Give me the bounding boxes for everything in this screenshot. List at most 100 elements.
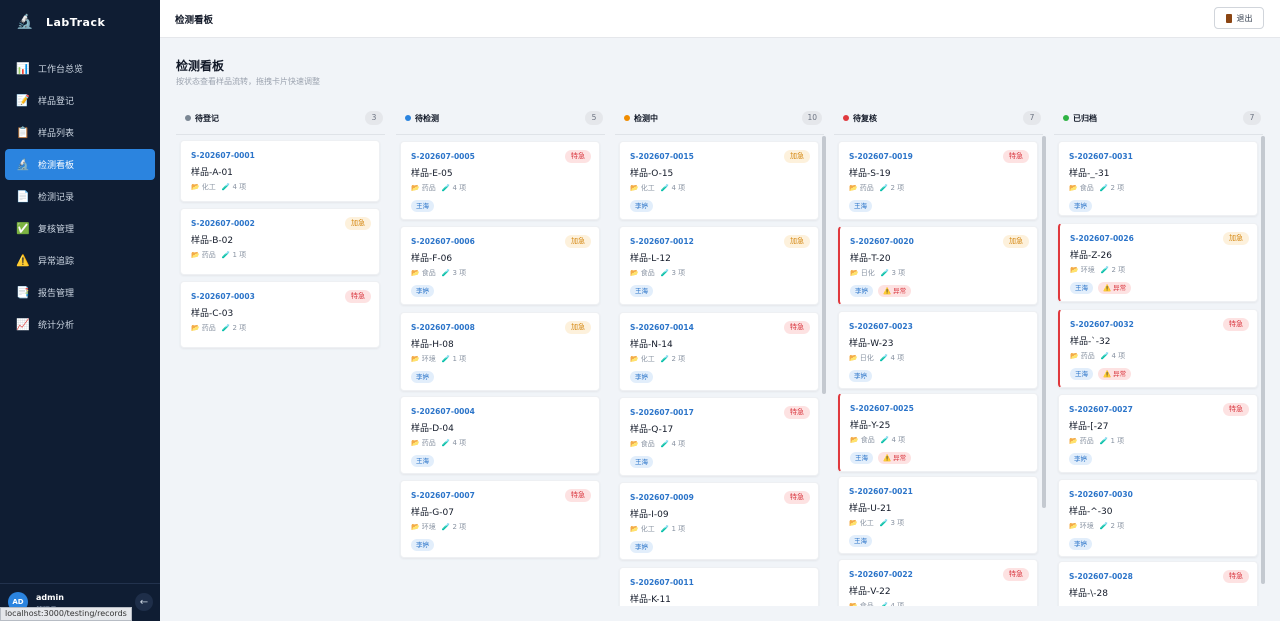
test-item-count: 4 项 <box>671 440 686 448</box>
sample-id-link[interactable]: S-202607-0011 <box>630 578 694 587</box>
sample-card[interactable]: S-202607-0031 样品-_-31 📂 食品 🧪 2 项李婷 <box>1058 141 1258 216</box>
sample-card[interactable]: S-202607-0022 特急 样品-V-22 📂 食品 🧪 4 项 <box>838 559 1038 606</box>
sample-card[interactable]: S-202607-0015 加急 样品-O-15 📂 化工 🧪 4 项李婷 <box>619 141 819 220</box>
sample-card[interactable]: S-202607-0007 特急 样品-G-07 📂 环境 🧪 2 项李婷 <box>400 480 600 558</box>
sample-name: 样品-`-32 <box>1070 337 1111 347</box>
test-item-count: 4 项 <box>1111 352 1126 360</box>
sample-id-link[interactable]: S-202607-0023 <box>849 322 913 331</box>
sample-category: 环境 <box>1079 522 1094 530</box>
sidebar-item-label: 统计分析 <box>38 321 75 331</box>
sample-id-link[interactable]: S-202607-0027 <box>1069 405 1133 414</box>
sample-id-link[interactable]: S-202607-0008 <box>411 323 475 332</box>
sidebar-item-sample-register[interactable]: 📝 样品登记 <box>5 85 155 116</box>
priority-badge: 特急 <box>784 321 810 334</box>
sample-card[interactable]: S-202607-0009 特急 样品-I-09 📂 化工 🧪 1 项李婷 <box>619 482 819 560</box>
sample-id-link[interactable]: S-202607-0021 <box>849 487 913 496</box>
sample-id-link[interactable]: S-202607-0019 <box>849 152 913 161</box>
sample-category: 环境 <box>421 523 436 531</box>
sample-id-link[interactable]: S-202607-0028 <box>1069 572 1133 581</box>
card-tags: 王海 <box>411 455 439 467</box>
column-header[interactable]: 待复核 7 <box>834 108 1043 128</box>
sample-id-link[interactable]: S-202607-0004 <box>411 407 475 416</box>
sample-card[interactable]: S-202607-0006 加急 样品-F-06 📂 食品 🧪 3 项李婷 <box>400 226 600 305</box>
sidebar-item-reports[interactable]: 📑 报告管理 <box>5 277 155 308</box>
sample-id-link[interactable]: S-202607-0005 <box>411 152 475 161</box>
sample-name: 样品-H-08 <box>411 340 454 350</box>
sample-card[interactable]: S-202607-0008 加急 样品-H-08 📂 环境 🧪 1 项李婷 <box>400 312 600 391</box>
sample-id-link[interactable]: S-202607-0002 <box>191 219 255 228</box>
sample-meta: 📂 环境 🧪 2 项 <box>1070 265 1125 275</box>
column-count-badge: 7 <box>1243 111 1261 125</box>
sidebar-item-review[interactable]: ✅ 复核管理 <box>5 213 155 244</box>
test-item-count: 4 项 <box>890 602 905 606</box>
sample-id-link[interactable]: S-202607-0025 <box>850 404 914 413</box>
sample-card[interactable]: S-202607-0021 样品-U-21 📂 化工 🧪 3 项王海 <box>838 476 1038 554</box>
sidebar-item-statistics[interactable]: 📈 统计分析 <box>5 309 155 340</box>
sample-card[interactable]: S-202607-0017 特急 样品-Q-17 📂 食品 🧪 4 项王海 <box>619 397 819 476</box>
sample-card[interactable]: S-202607-0014 特急 样品-N-14 📂 化工 🧪 2 项李婷 <box>619 312 819 391</box>
sample-card[interactable]: S-202607-0026 加急 样品-Z-26 📂 环境 🧪 2 项王海 ⚠️ 异常 <box>1058 223 1258 302</box>
sample-id-link[interactable]: S-202607-0017 <box>630 408 694 417</box>
sample-id-link[interactable]: S-202607-0001 <box>191 151 255 160</box>
sample-card[interactable]: S-202607-0005 特急 样品-E-05 📂 药品 🧪 4 项王海 <box>400 141 600 220</box>
sample-card[interactable]: S-202607-0019 特急 样品-S-19 📂 药品 🧪 2 项王海 <box>838 141 1038 220</box>
sample-id-link[interactable]: S-202607-0006 <box>411 237 475 246</box>
sample-card[interactable]: S-202607-0001 样品-A-01 📂 化工 🧪 4 项 <box>180 140 380 202</box>
column-scrollbar[interactable] <box>1261 136 1265 584</box>
sample-id-link[interactable]: S-202607-0020 <box>850 237 914 246</box>
sample-id-link[interactable]: S-202607-0015 <box>630 152 694 161</box>
test-tube-icon: 🧪 <box>221 183 231 191</box>
test-tube-icon: 🧪 <box>441 355 451 363</box>
sample-card[interactable]: S-202607-0025 样品-Y-25 📂 食品 🧪 4 项王海 ⚠️ 异常 <box>838 393 1038 472</box>
column-scrollbar[interactable] <box>1042 136 1046 508</box>
sidebar-item-testing-board[interactable]: 🔬 检测看板 <box>5 149 155 180</box>
sample-id-link[interactable]: S-202607-0031 <box>1069 152 1133 161</box>
sidebar-item-dashboard[interactable]: 📊 工作台总览 <box>5 53 155 84</box>
logout-button[interactable]: 退出 <box>1214 7 1264 29</box>
sidebar-item-testing-records[interactable]: 📄 检测记录 <box>5 181 155 212</box>
sample-meta: 📂 药品 🧪 4 项 <box>411 438 466 448</box>
sample-card[interactable]: S-202607-0002 加急 样品-B-02 📂 药品 🧪 1 项 <box>180 208 380 275</box>
column-scrollbar[interactable] <box>822 136 826 394</box>
column-header[interactable]: 检测中 10 <box>615 108 824 128</box>
sample-id-link[interactable]: S-202607-0026 <box>1070 234 1134 243</box>
sample-category: 食品 <box>860 436 875 444</box>
sample-card[interactable]: S-202607-0027 特急 样品-[-27 📂 药品 🧪 1 项李婷 <box>1058 394 1258 473</box>
test-tube-icon: 🧪 <box>1099 184 1109 192</box>
sidebar-nav: 📊 工作台总览 📝 样品登记 📋 样品列表 🔬 检测看板 📄 检测记录 ✅ 复核管理 ⚠️ 异常追踪 📑 报告… <box>0 53 160 341</box>
status-dot <box>1063 115 1069 121</box>
sample-id-link[interactable]: S-202607-0012 <box>630 237 694 246</box>
brand[interactable]: 🔬 LabTrack <box>0 0 160 44</box>
sample-id-link[interactable]: S-202607-0022 <box>849 570 913 579</box>
sample-id-link[interactable]: S-202607-0003 <box>191 292 255 301</box>
sample-card[interactable]: S-202607-0032 特急 样品-`-32 📂 药品 🧪 4 项王海 ⚠️ 异常 <box>1058 309 1258 388</box>
test-tube-icon: 🧪 <box>879 184 889 192</box>
priority-badge: 加急 <box>565 235 591 248</box>
sidebar-item-sample-list[interactable]: 📋 样品列表 <box>5 117 155 148</box>
sample-card[interactable]: S-202607-0020 加急 样品-T-20 📂 日化 🧪 3 项李婷 ⚠️ 异常 <box>838 226 1038 305</box>
document-icon: 📄 <box>16 190 30 203</box>
sample-name: 样品-^-30 <box>1069 507 1113 517</box>
sample-card[interactable]: S-202607-0012 加急 样品-L-12 📂 食品 🧪 3 项王海 <box>619 226 819 305</box>
sample-id-link[interactable]: S-202607-0009 <box>630 493 694 502</box>
column-header[interactable]: 已归档 7 <box>1054 108 1263 128</box>
column-header[interactable]: 待检测 5 <box>396 108 605 128</box>
abnormal-tag: ⚠️ 异常 <box>878 452 912 464</box>
column-header[interactable]: 待登记 3 <box>176 108 385 128</box>
sample-id-link[interactable]: S-202607-0007 <box>411 491 475 500</box>
sample-id-link[interactable]: S-202607-0030 <box>1069 490 1133 499</box>
sample-card[interactable]: S-202607-0023 样品-W-23 📂 日化 🧪 4 项李婷 <box>838 311 1038 389</box>
sample-card[interactable]: S-202607-0011 样品-K-11 <box>619 567 819 606</box>
sample-id-link[interactable]: S-202607-0014 <box>630 323 694 332</box>
collapse-sidebar-button[interactable]: ← <box>135 593 153 611</box>
sample-meta: 📂 食品 🧪 3 项 <box>411 268 466 278</box>
sample-card[interactable]: S-202607-0003 特急 样品-C-03 📂 药品 🧪 2 项 <box>180 281 380 348</box>
sidebar-item-anomaly-tracking[interactable]: ⚠️ 异常追踪 <box>5 245 155 276</box>
sample-id-link[interactable]: S-202607-0032 <box>1070 320 1134 329</box>
sample-card[interactable]: S-202607-0030 样品-^-30 📂 环境 🧪 2 项李婷 <box>1058 479 1258 557</box>
test-item-count: 4 项 <box>232 183 247 191</box>
sample-card[interactable]: S-202607-0028 特急 样品-\-28 <box>1058 561 1258 606</box>
sample-card[interactable]: S-202607-0004 样品-D-04 📂 药品 🧪 4 项王海 <box>400 396 600 474</box>
test-tube-icon: 🧪 <box>879 519 889 527</box>
sample-name: 样品-V-22 <box>849 587 891 597</box>
